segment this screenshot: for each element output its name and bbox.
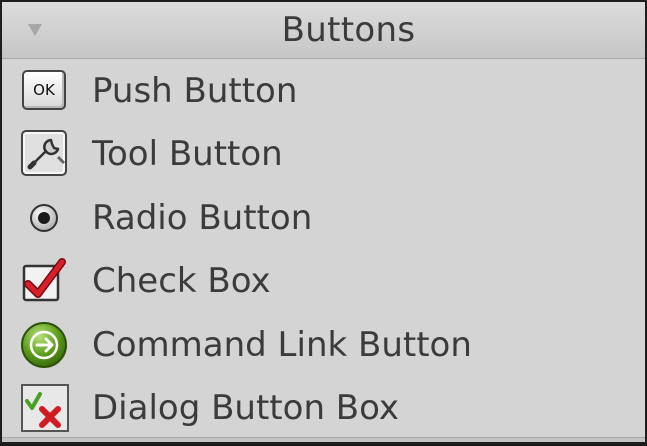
list-item-label: Check Box bbox=[92, 261, 271, 302]
list-item-label: Dialog Button Box bbox=[92, 388, 399, 429]
list-item-dialog-button-box[interactable]: Dialog Button Box bbox=[2, 377, 645, 441]
radio-icon bbox=[18, 191, 72, 245]
panel-bottom-divider bbox=[2, 437, 645, 442]
ok-icon: OK bbox=[18, 64, 72, 118]
category-header[interactable]: Buttons bbox=[2, 2, 645, 59]
list-item-check-box[interactable]: Check Box bbox=[2, 250, 645, 314]
wrench-icon bbox=[18, 127, 72, 181]
triangle-down-icon[interactable] bbox=[28, 24, 42, 36]
dialog-buttons-icon bbox=[18, 381, 72, 435]
list-item-push-button[interactable]: OK Push Button bbox=[2, 59, 645, 123]
list-item-radio-button[interactable]: Radio Button bbox=[2, 186, 645, 250]
list-item-label: Command Link Button bbox=[92, 324, 472, 365]
checkbox-icon bbox=[18, 254, 72, 308]
list-item-label: Tool Button bbox=[92, 134, 283, 175]
arrow-circle-icon bbox=[18, 318, 72, 372]
list-item-label: Push Button bbox=[92, 70, 298, 111]
list-item-tool-button[interactable]: Tool Button bbox=[2, 123, 645, 187]
ok-icon-text: OK bbox=[22, 69, 66, 110]
category-title: Buttons bbox=[281, 10, 416, 50]
list-item-label: Radio Button bbox=[92, 197, 313, 238]
list-item-command-link-button[interactable]: Command Link Button bbox=[2, 313, 645, 377]
widget-list: OK Push Button Tool Button Radio Button … bbox=[2, 59, 645, 440]
widget-box-panel: Buttons OK Push Button Tool Button Radio… bbox=[0, 0, 647, 444]
